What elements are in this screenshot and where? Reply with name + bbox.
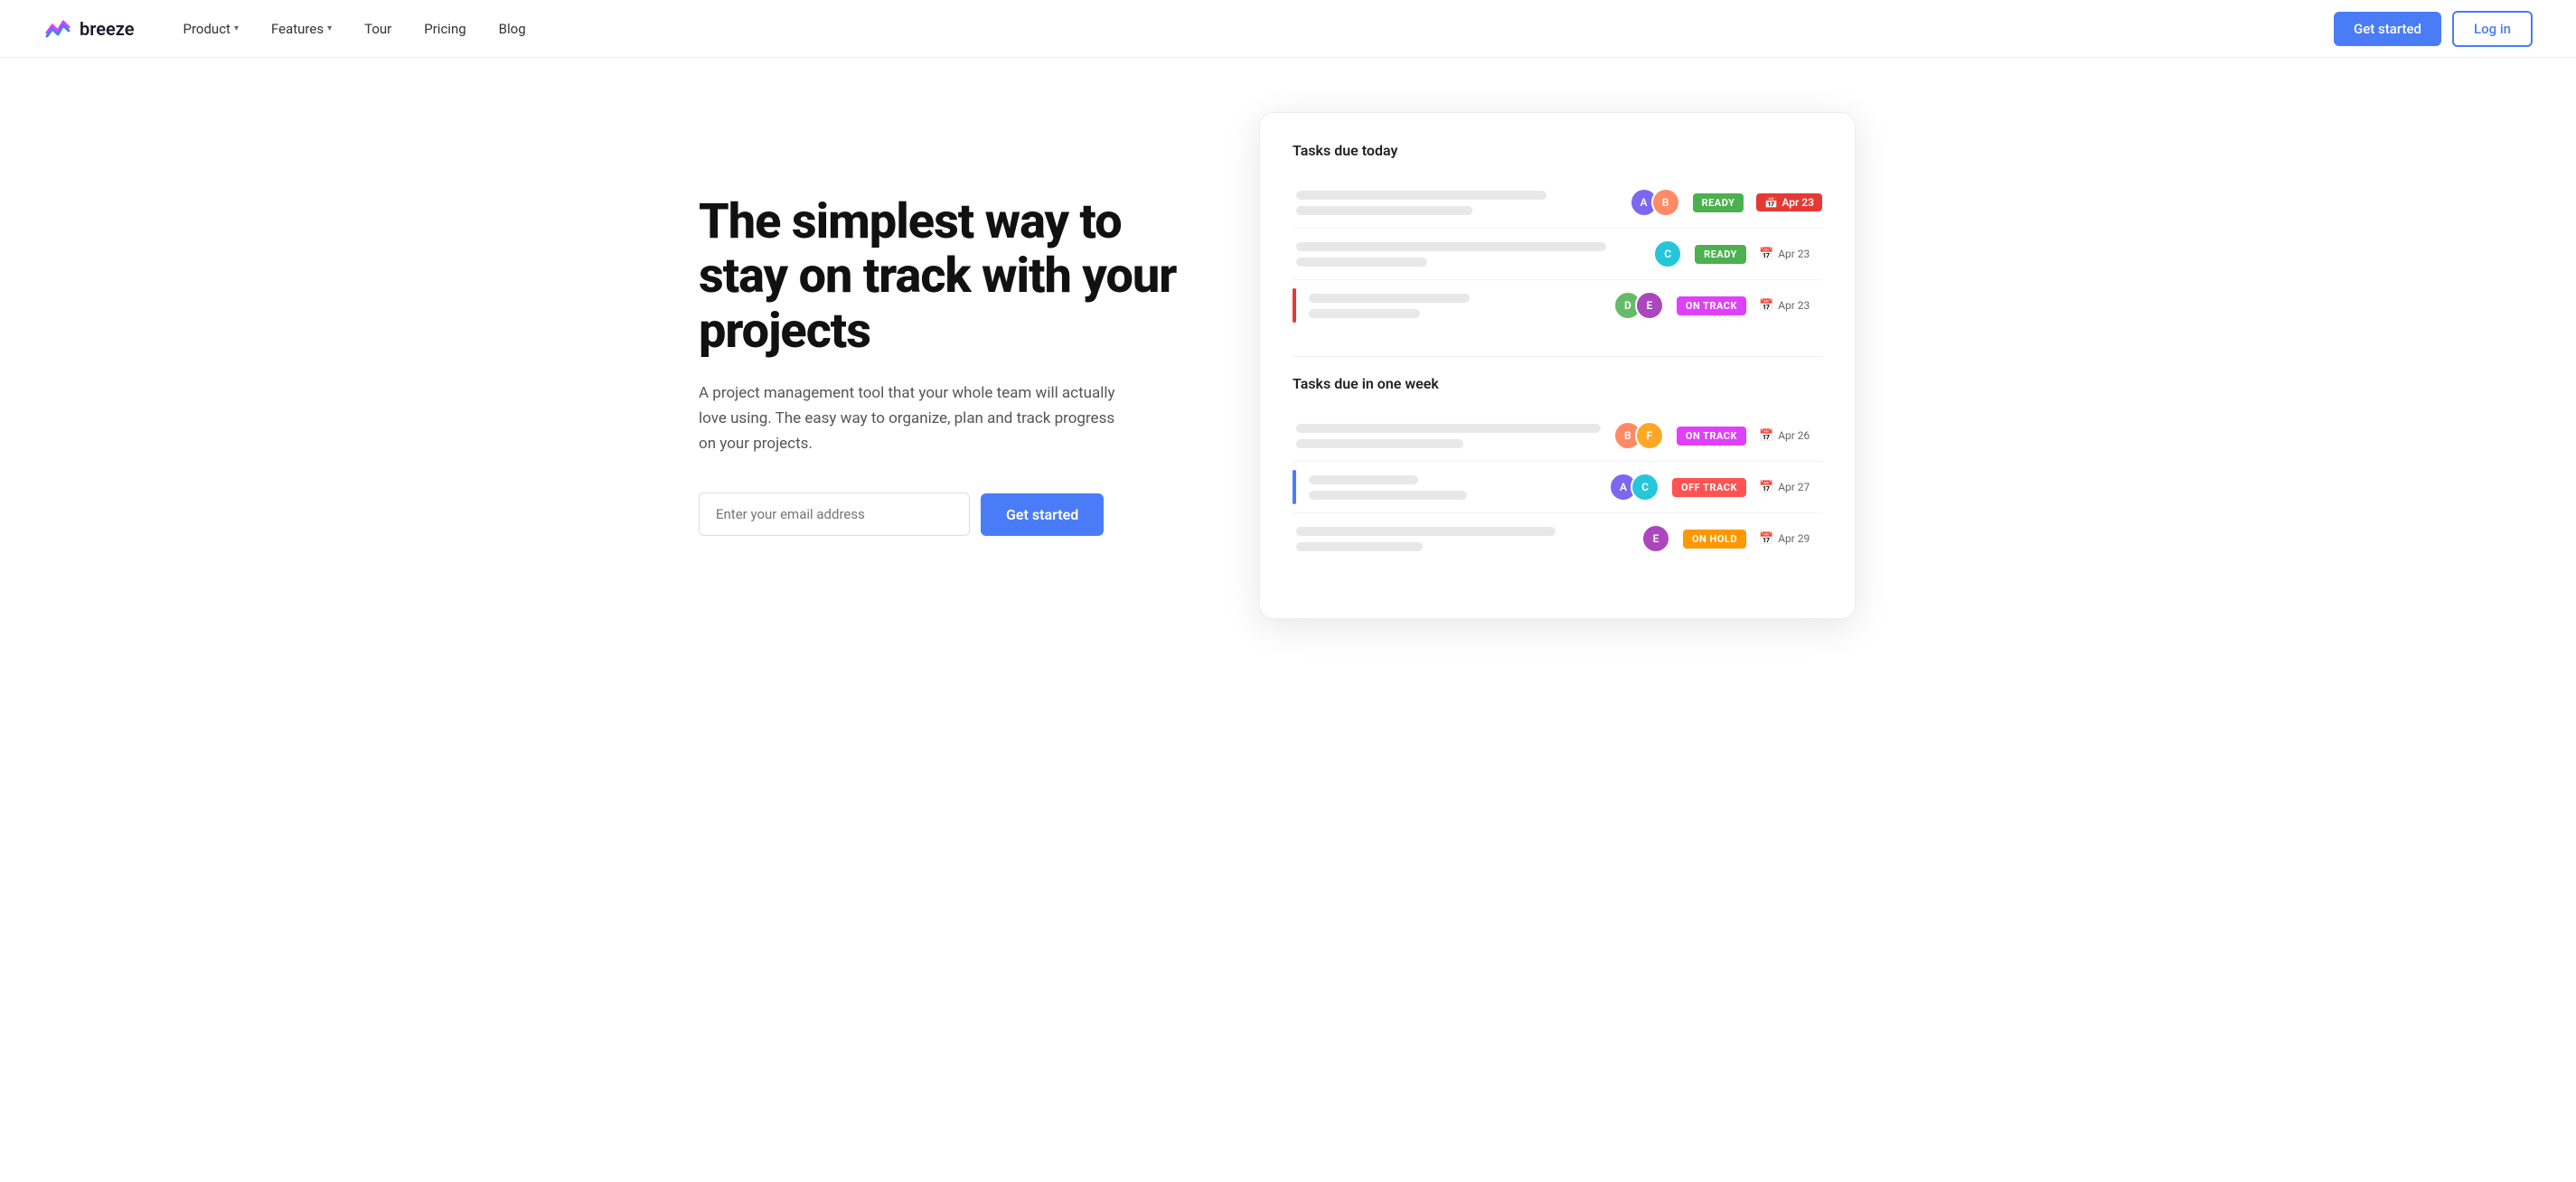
table-row: A B READY 📅 Apr 23	[1293, 177, 1822, 229]
table-row: C READY 📅 Apr 23	[1293, 229, 1822, 280]
tasks-today-list: A B READY 📅 Apr 23 C	[1293, 177, 1822, 331]
avatar-group: B F	[1613, 421, 1664, 450]
task-indicator-bar	[1293, 288, 1296, 323]
section-week-title: Tasks due in one week	[1293, 375, 1822, 392]
due-date: 📅 Apr 23	[1759, 299, 1822, 313]
table-row: A C OFF TRACK 📅 Apr 27	[1293, 462, 1822, 513]
calendar-icon: 📅	[1759, 299, 1773, 313]
due-date-text: Apr 23	[1778, 248, 1810, 260]
task-line	[1296, 542, 1423, 551]
email-input[interactable]	[699, 492, 970, 536]
avatar-group: E	[1641, 524, 1670, 553]
task-line	[1296, 527, 1556, 536]
table-row: E ON HOLD 📅 Apr 29	[1293, 513, 1822, 564]
task-line	[1296, 206, 1472, 215]
avatar: F	[1635, 421, 1664, 450]
nav-links: Product ▾ Features ▾ Tour Pricing Blog	[171, 14, 2335, 44]
logo-icon	[43, 14, 72, 43]
task-content	[1293, 191, 1617, 215]
hero-right: Tasks due today A B READY 📅 Apr 23	[1259, 112, 1856, 619]
task-content	[1293, 424, 1601, 448]
avatar-group: C	[1653, 239, 1682, 268]
logo[interactable]: breeze	[43, 14, 135, 43]
nav-product[interactable]: Product ▾	[171, 14, 251, 44]
task-line	[1309, 491, 1467, 500]
hero-section: The simplest way to stay on track with y…	[655, 58, 1921, 691]
due-date-text: Apr 27	[1778, 481, 1810, 493]
task-content	[1293, 527, 1629, 551]
task-content	[1305, 294, 1601, 318]
nav-blog[interactable]: Blog	[486, 14, 539, 44]
features-chevron-icon: ▾	[327, 23, 332, 33]
calendar-icon: 📅	[1759, 429, 1773, 443]
due-date: 📅 Apr 27	[1759, 481, 1822, 494]
task-indicator-bar	[1293, 470, 1296, 504]
avatar-group: A C	[1609, 473, 1659, 502]
task-line	[1309, 309, 1420, 318]
status-badge: ON TRACK	[1677, 296, 1746, 315]
calendar-icon: 📅	[1759, 532, 1773, 546]
status-badge: OFF TRACK	[1672, 478, 1746, 497]
task-line	[1296, 439, 1463, 448]
table-row: D E ON TRACK 📅 Apr 23	[1293, 280, 1822, 331]
tasks-week-list: B F ON TRACK 📅 Apr 26	[1293, 410, 1822, 564]
due-date: 📅 Apr 26	[1759, 429, 1822, 443]
calendar-icon: 📅	[1759, 248, 1773, 261]
hero-left: The simplest way to stay on track with y…	[699, 195, 1205, 537]
hero-get-started-button[interactable]: Get started	[981, 493, 1104, 536]
status-badge: READY	[1693, 193, 1744, 212]
calendar-icon: 📅	[1764, 196, 1778, 209]
nav-login-button[interactable]: Log in	[2452, 11, 2533, 47]
due-date-text: Apr 26	[1778, 429, 1810, 442]
due-date-text: Apr 23	[1778, 299, 1810, 312]
calendar-icon: 📅	[1759, 481, 1773, 494]
avatar: E	[1635, 291, 1664, 320]
section-divider	[1293, 356, 1822, 357]
task-line	[1296, 424, 1601, 433]
task-content	[1305, 475, 1596, 500]
dashboard-card: Tasks due today A B READY 📅 Apr 23	[1259, 112, 1856, 619]
task-line	[1296, 191, 1547, 200]
task-content	[1293, 242, 1641, 267]
nav-tour[interactable]: Tour	[352, 14, 404, 44]
avatar: C	[1653, 239, 1682, 268]
avatar-group: A B	[1630, 188, 1680, 217]
avatar: E	[1641, 524, 1670, 553]
task-line	[1296, 258, 1427, 267]
task-line	[1309, 294, 1470, 303]
avatar: C	[1631, 473, 1659, 502]
due-date: 📅 Apr 29	[1759, 532, 1822, 546]
due-date: 📅 Apr 23	[1759, 248, 1822, 261]
status-badge: ON HOLD	[1683, 530, 1746, 549]
due-date-text: Apr 23	[1782, 196, 1814, 209]
section-today-title: Tasks due today	[1293, 142, 1822, 159]
logo-text: breeze	[80, 18, 135, 40]
hero-subtitle: A project management tool that your whol…	[699, 380, 1133, 456]
task-line	[1309, 475, 1418, 484]
product-chevron-icon: ▾	[234, 23, 239, 33]
task-line	[1296, 242, 1606, 251]
status-badge: ON TRACK	[1677, 427, 1746, 446]
due-date-text: Apr 29	[1778, 532, 1810, 545]
avatar-group: D E	[1613, 291, 1664, 320]
due-date-highlight: 📅 Apr 23	[1756, 193, 1822, 211]
nav-pricing[interactable]: Pricing	[411, 14, 478, 44]
navbar: breeze Product ▾ Features ▾ Tour Pricing…	[0, 0, 2576, 58]
nav-get-started-button[interactable]: Get started	[2334, 12, 2441, 46]
hero-form: Get started	[699, 492, 1205, 536]
status-badge: READY	[1695, 245, 1746, 264]
hero-title: The simplest way to stay on track with y…	[699, 195, 1205, 359]
avatar: B	[1651, 188, 1680, 217]
table-row: B F ON TRACK 📅 Apr 26	[1293, 410, 1822, 462]
nav-features[interactable]: Features ▾	[259, 14, 344, 44]
nav-actions: Get started Log in	[2334, 11, 2533, 47]
